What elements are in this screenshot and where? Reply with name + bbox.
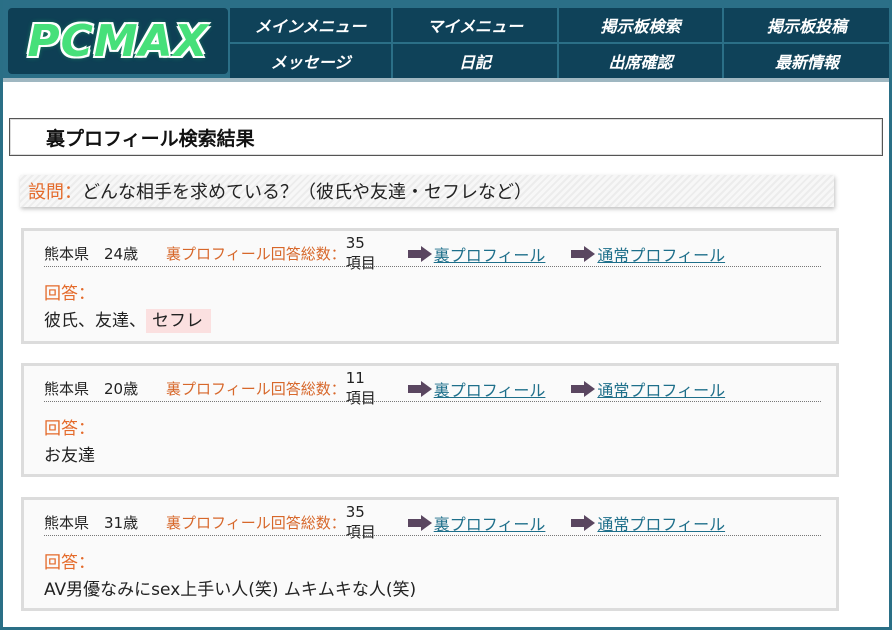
- result-card: 熊本県 20歳 裏プロフィール回答総数： 11項目 裏プロフィール 通常プロフィ…: [21, 363, 839, 477]
- answer-text: お友達: [44, 441, 95, 466]
- answer-count-value: 35項目: [345, 503, 376, 541]
- prefecture: 熊本県: [44, 245, 90, 263]
- normal-profile-link-label: 通常プロフィール: [597, 245, 726, 265]
- arrow-right-icon: [407, 245, 432, 262]
- question-banner: 設問： どんな相手を求めている？（彼氏や友達・セフレなど）: [20, 175, 834, 207]
- answer-text: 彼氏、友達、 セフレ: [44, 306, 211, 333]
- nav-main-menu[interactable]: メインメニュー: [230, 8, 391, 42]
- answer-count-value: 35項目: [345, 234, 376, 272]
- nav-message[interactable]: メッセージ: [230, 44, 391, 78]
- answer-body: AV男優なみにsex上手い人(笑) ムキムキな人(笑): [44, 580, 417, 600]
- answer-body: お友達: [44, 446, 95, 466]
- pcmax-logo[interactable]: PCMAX: [8, 8, 228, 74]
- age: 24歳: [104, 245, 139, 263]
- result-meta: 熊本県 31歳 裏プロフィール回答総数： 35項目 裏プロフィール 通常プロフィ…: [44, 503, 821, 541]
- age: 20歳: [104, 380, 139, 398]
- ura-profile-link-label: 裏プロフィール: [433, 514, 546, 534]
- normal-profile-link-label: 通常プロフィール: [597, 514, 726, 534]
- prefecture: 熊本県: [44, 514, 90, 532]
- ura-profile-link-label: 裏プロフィール: [433, 245, 546, 265]
- normal-profile-link[interactable]: 通常プロフィール: [571, 242, 725, 266]
- normal-profile-link-label: 通常プロフィール: [597, 380, 726, 400]
- answer-count-label: 裏プロフィール回答総数：: [166, 380, 346, 398]
- site-header: PCMAX メインメニュー マイメニュー 掲示板検索 掲示板投稿 メッセージ 日…: [0, 0, 892, 82]
- ura-profile-link[interactable]: 裏プロフィール: [407, 242, 546, 266]
- nav-board-search[interactable]: 掲示板検索: [559, 8, 722, 42]
- answer-count-label: 裏プロフィール回答総数：: [166, 514, 346, 532]
- answer-label: 回答：: [44, 419, 95, 439]
- normal-profile-link[interactable]: 通常プロフィール: [571, 377, 725, 401]
- result-card: 熊本県 24歳 裏プロフィール回答総数： 35項目 裏プロフィール 通常プロフィ…: [21, 228, 839, 344]
- question-text: どんな相手を求めている？（彼氏や友達・セフレなど）: [82, 182, 532, 203]
- arrow-right-icon: [571, 514, 596, 531]
- prefecture: 熊本県: [44, 380, 90, 398]
- logo-text: PCMAX: [27, 15, 209, 67]
- result-meta: 熊本県 20歳 裏プロフィール回答総数： 11項目 裏プロフィール 通常プロフィ…: [44, 369, 821, 407]
- answer-count-value: 11項目: [345, 369, 376, 407]
- ura-profile-link-label: 裏プロフィール: [433, 380, 546, 400]
- page-title: 裏プロフィール検索結果: [46, 127, 255, 150]
- ura-profile-link[interactable]: 裏プロフィール: [407, 377, 546, 401]
- nav-board-post[interactable]: 掲示板投稿: [724, 8, 890, 42]
- header-divider: [0, 78, 892, 82]
- main-nav: メインメニュー マイメニュー 掲示板検索 掲示板投稿 メッセージ 日記 出席確認…: [230, 8, 890, 78]
- nav-latest-info[interactable]: 最新情報: [724, 44, 890, 78]
- arrow-right-icon: [407, 380, 432, 397]
- result-card: 熊本県 31歳 裏プロフィール回答総数： 35項目 裏プロフィール 通常プロフィ…: [21, 497, 839, 611]
- arrow-right-icon: [407, 514, 432, 531]
- nav-attendance[interactable]: 出席確認: [559, 44, 722, 78]
- answer-highlight: セフレ: [146, 309, 211, 333]
- nav-diary[interactable]: 日記: [393, 44, 557, 78]
- answer-label: 回答：: [44, 284, 95, 304]
- nav-my-menu[interactable]: マイメニュー: [393, 8, 557, 42]
- answer-text: AV男優なみにsex上手い人(笑) ムキムキな人(笑): [44, 575, 416, 600]
- question-label: 設問：: [28, 182, 82, 203]
- answer-body: 彼氏、友達、: [44, 311, 146, 331]
- age: 31歳: [104, 514, 139, 532]
- result-meta: 熊本県 24歳 裏プロフィール回答総数： 35項目 裏プロフィール 通常プロフィ…: [44, 234, 821, 272]
- arrow-right-icon: [571, 245, 596, 262]
- arrow-right-icon: [571, 380, 596, 397]
- answer-count-label: 裏プロフィール回答総数：: [166, 245, 346, 263]
- normal-profile-link[interactable]: 通常プロフィール: [571, 511, 725, 535]
- ura-profile-link[interactable]: 裏プロフィール: [407, 511, 546, 535]
- answer-label: 回答：: [44, 553, 95, 573]
- page-title-box: 裏プロフィール検索結果: [9, 118, 883, 156]
